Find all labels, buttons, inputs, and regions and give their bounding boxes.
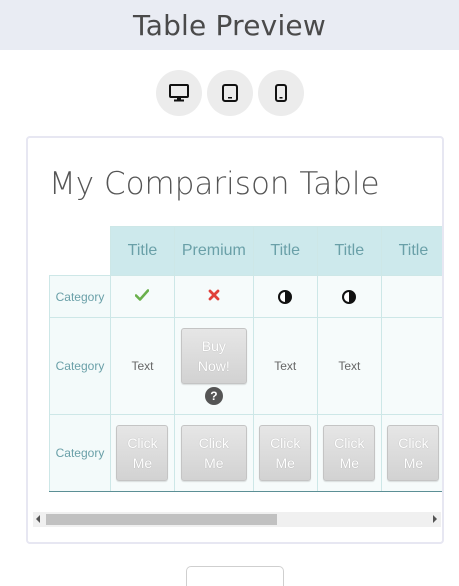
tablet-icon [221, 84, 238, 102]
click-me-button[interactable]: Click Me [323, 424, 376, 481]
row-category-label: Category [49, 414, 111, 492]
partial-support-icon [342, 289, 357, 304]
column-header: Premium [174, 226, 254, 276]
comparison-table: Title Premium Title Title Title Category [49, 226, 442, 492]
phone-icon [274, 84, 287, 102]
table-cell: Click Me [316, 414, 382, 492]
buy-now-button[interactable]: Buy Now! [180, 327, 247, 384]
table-cell: Click Me [380, 414, 442, 492]
partial-support-icon [278, 289, 293, 304]
table-cell: Text [316, 317, 382, 415]
table-cell: Text [109, 317, 176, 415]
table-cell: Click Me [174, 414, 254, 492]
table-cell [380, 317, 442, 415]
page-title: Table Preview [133, 8, 326, 42]
click-me-button[interactable]: Click Me [116, 424, 169, 481]
tablet-view-button[interactable] [206, 70, 253, 116]
help-icon[interactable]: ? [204, 386, 223, 405]
click-me-button[interactable]: Click Me [180, 424, 247, 481]
table-cell: Buy Now! ? [174, 317, 254, 415]
column-header: Title [316, 226, 382, 276]
monitor-icon [168, 84, 189, 102]
click-me-button[interactable]: Click Me [387, 424, 440, 481]
cross-icon [208, 289, 220, 301]
table-preview-frame: My Comparison Table Title Premium Title … [26, 136, 444, 544]
table-cell [174, 275, 254, 318]
row-category-label: Category [49, 317, 111, 415]
check-icon [135, 289, 150, 301]
scrollbar-thumb[interactable] [46, 514, 277, 525]
comparison-table-title: My Comparison Table [49, 166, 380, 202]
column-header: Title [252, 226, 318, 276]
phone-view-button[interactable] [257, 70, 304, 116]
scroll-left-arrow-icon[interactable] [36, 515, 40, 523]
row-category-label: Category [49, 275, 111, 318]
table-cell: Click Me [252, 414, 318, 492]
column-header: Title [380, 226, 442, 276]
desktop-view-button[interactable] [155, 70, 202, 116]
table-cell [316, 275, 382, 318]
table-corner [49, 226, 111, 276]
column-header: Title [109, 226, 176, 276]
bottom-action-button[interactable] [186, 566, 284, 586]
device-switcher [0, 70, 459, 116]
table-cell: Text [252, 317, 318, 415]
table-cell [109, 275, 176, 318]
page-header: Table Preview [0, 0, 459, 50]
table-cell [380, 275, 442, 318]
horizontal-scrollbar[interactable] [33, 512, 441, 527]
table-viewport[interactable]: Title Premium Title Title Title Category [49, 226, 442, 492]
click-me-button[interactable]: Click Me [259, 424, 312, 481]
scroll-right-arrow-icon[interactable] [433, 515, 437, 523]
table-cell: Click Me [109, 414, 176, 492]
table-cell [252, 275, 318, 318]
